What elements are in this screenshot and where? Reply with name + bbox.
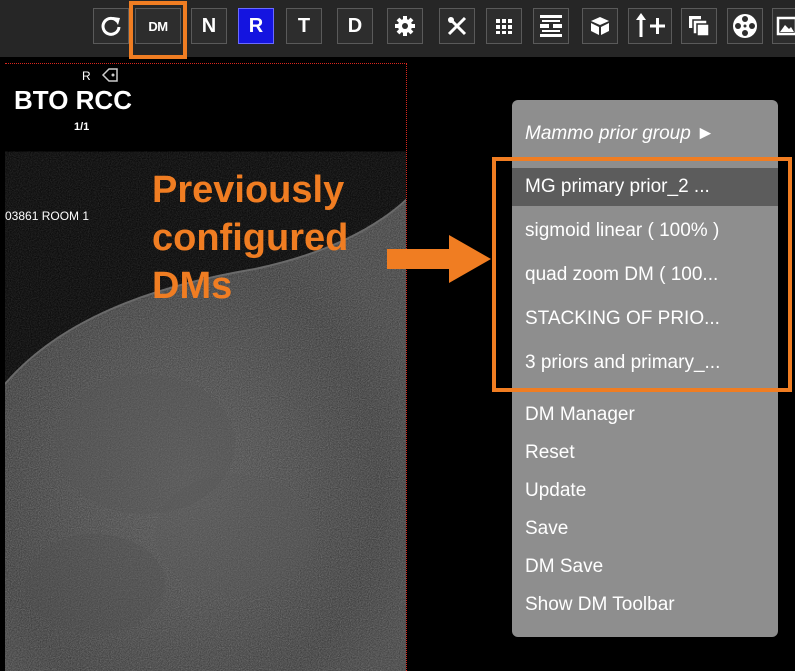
annotation-line-1: Previously bbox=[152, 169, 345, 211]
stack-slider-icon bbox=[540, 15, 562, 37]
refresh-button[interactable] bbox=[93, 8, 129, 44]
cine-button[interactable] bbox=[727, 8, 763, 44]
arrow-plus-button[interactable] bbox=[628, 8, 672, 44]
menu-item-dm-save[interactable]: DM Save bbox=[512, 548, 778, 586]
r-button-label: R bbox=[248, 14, 264, 37]
dm-button-highlight bbox=[129, 1, 187, 59]
hanging-protocol-button[interactable] bbox=[533, 8, 569, 44]
t-button[interactable]: T bbox=[286, 8, 322, 44]
crossed-tools-icon bbox=[447, 16, 467, 36]
menu-item-save[interactable]: Save bbox=[512, 510, 778, 548]
laterality-marker: R bbox=[82, 69, 91, 83]
image-count: 1/1 bbox=[74, 121, 90, 133]
tools-button[interactable] bbox=[439, 8, 475, 44]
picture-icon bbox=[776, 16, 795, 36]
3d-button[interactable] bbox=[582, 8, 618, 44]
series-button[interactable] bbox=[681, 8, 717, 44]
annotation-line-2: configured bbox=[152, 217, 349, 259]
n-button[interactable]: N bbox=[191, 8, 227, 44]
tag-icon bbox=[101, 68, 118, 82]
layout-grid-button[interactable] bbox=[486, 8, 522, 44]
series-title: BTO RCC bbox=[14, 85, 132, 115]
dm-list-highlight bbox=[492, 157, 792, 392]
r-button[interactable]: R bbox=[238, 8, 274, 44]
annotation-callout: Previously configured DMs bbox=[152, 166, 348, 310]
n-button-label: N bbox=[201, 14, 217, 37]
menu-item-dm-manager[interactable]: DM Manager bbox=[512, 396, 778, 434]
film-reel-icon bbox=[733, 14, 757, 38]
gear-icon bbox=[395, 16, 415, 36]
refresh-icon bbox=[101, 16, 121, 36]
t-button-label: T bbox=[297, 14, 311, 37]
menu-item-update[interactable]: Update bbox=[512, 472, 778, 510]
arrow-right-icon bbox=[387, 235, 491, 283]
image-button[interactable] bbox=[772, 8, 795, 44]
menu-item-reset[interactable]: Reset bbox=[512, 434, 778, 472]
menu-item-show-dm-toolbar[interactable]: Show DM Toolbar bbox=[512, 586, 778, 624]
cube-icon bbox=[591, 17, 609, 35]
settings-button[interactable] bbox=[387, 8, 423, 44]
menu-group-mammo-prior[interactable]: Mammo prior group ► bbox=[512, 115, 778, 153]
station-info: 03861 ROOM 1 bbox=[5, 209, 90, 223]
arrow-plus-icon bbox=[636, 13, 665, 37]
mammogram-image bbox=[5, 198, 406, 671]
image-viewport[interactable]: R BTO RCC 1/1 03861 ROOM 1 bbox=[5, 63, 407, 671]
toolbar: DM N R T D bbox=[0, 0, 795, 59]
d-button[interactable]: D bbox=[337, 8, 373, 44]
annotation-line-3: DMs bbox=[152, 265, 233, 307]
grid-icon bbox=[496, 19, 512, 34]
overlapping-windows-icon bbox=[689, 16, 710, 37]
d-button-label: D bbox=[347, 14, 363, 37]
